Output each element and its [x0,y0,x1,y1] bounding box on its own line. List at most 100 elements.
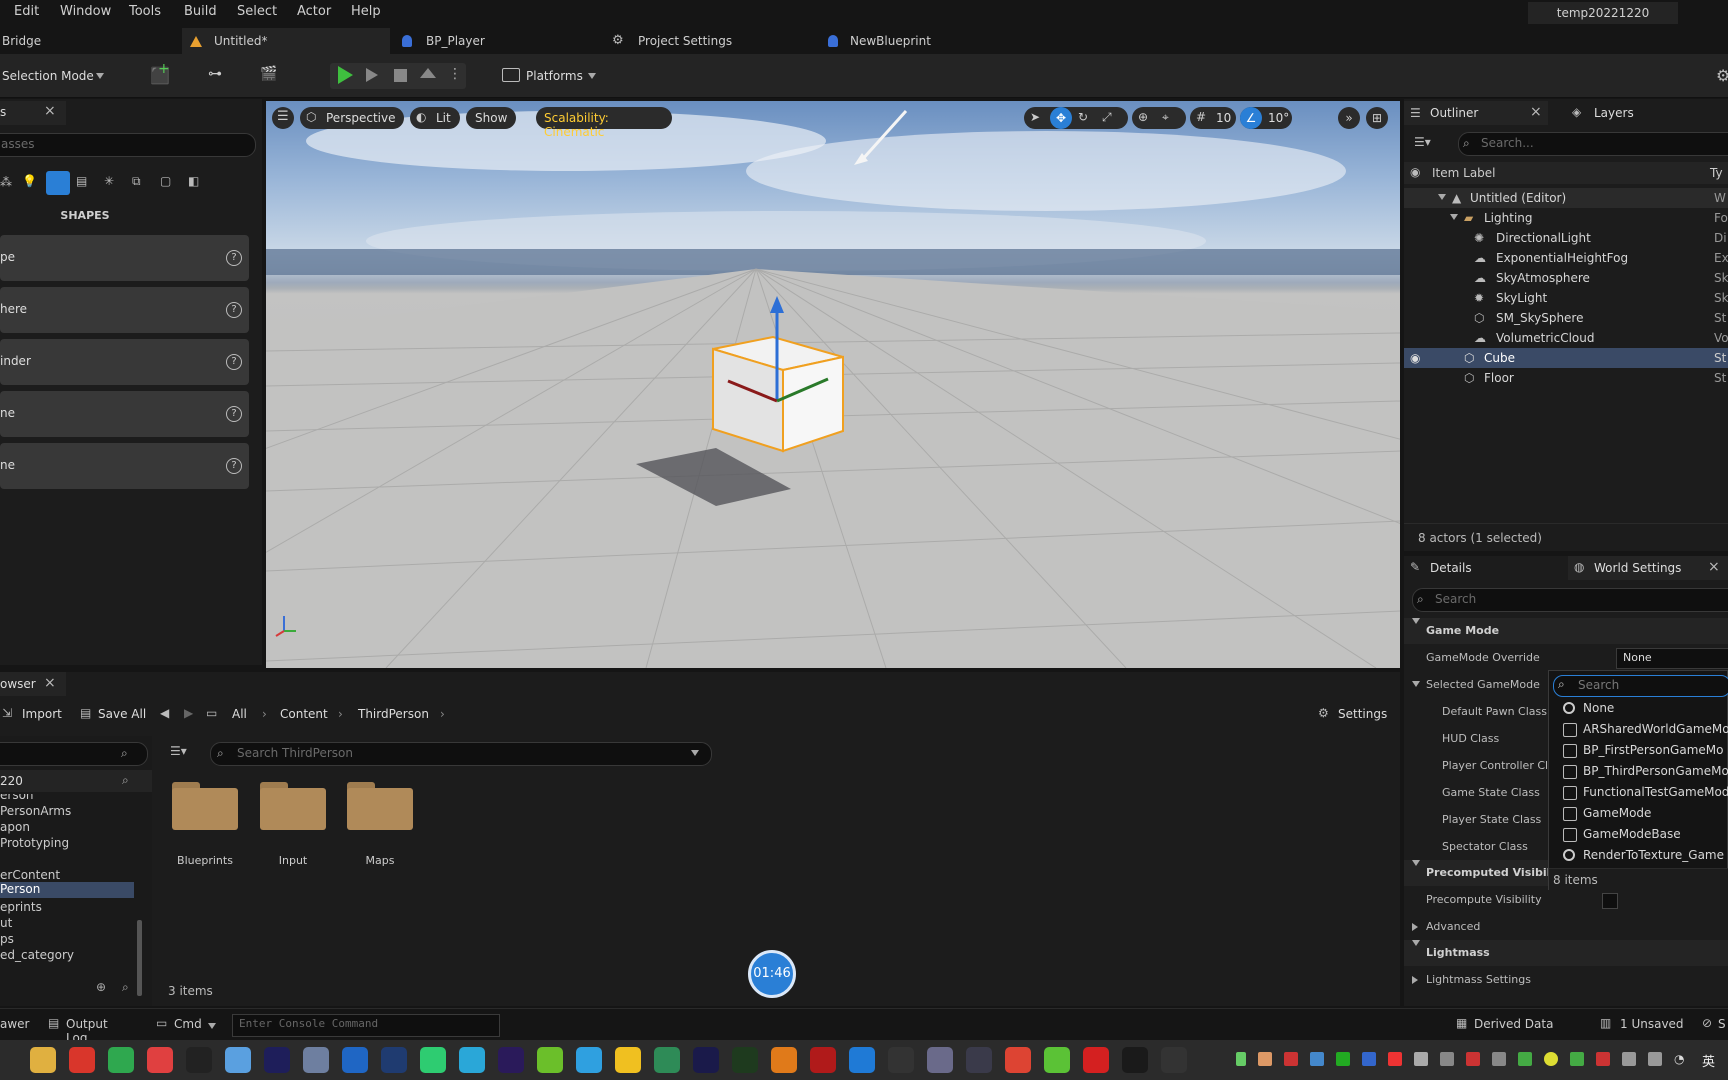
outliner-row[interactable]: ⬡ SM_SkySphere St [1404,308,1728,328]
tray-app-icon[interactable] [1414,1052,1428,1066]
chevron-down-icon[interactable] [691,750,699,756]
folder-tile[interactable]: Blueprints [170,780,240,876]
details-tab[interactable]: ✎ Details [1404,556,1554,580]
filter-icon[interactable]: ☰▾ [170,744,187,758]
tree-item[interactable]: erson [0,794,34,802]
visual-effects-icon[interactable]: ✳ [104,174,114,188]
prop-advanced[interactable]: Advanced [1404,913,1728,940]
class-option[interactable]: GameMode [1549,803,1728,824]
network-icon[interactable]: ◔ [1674,1052,1684,1066]
layers-tab[interactable]: ◈ Layers [1572,101,1692,125]
shape-item-cylinder[interactable]: inder ? [0,339,249,385]
scale-icon[interactable]: ⤢ [1102,110,1112,125]
youdao-app-icon[interactable] [1083,1047,1109,1073]
more-options-icon[interactable]: ⋮ [448,66,462,82]
precompute-checkbox[interactable] [1602,893,1618,909]
help-icon[interactable]: ? [226,354,242,370]
class-option[interactable]: GameModeBase [1549,824,1728,845]
shapes-category-icon[interactable] [46,171,70,195]
rotate-icon[interactable]: ↻ [1078,110,1088,124]
section-lightmass[interactable]: Lightmass [1404,940,1728,966]
tray-app-icon[interactable] [1284,1052,1298,1066]
menu-edit[interactable]: Edit [14,4,39,19]
tray-app-icon[interactable] [1492,1052,1506,1066]
gamemode-override-combo[interactable]: None [1616,648,1728,669]
cmd-dropdown[interactable]: ▭ Cmd [154,1013,220,1035]
outliner-search[interactable]: ⌕ Search... [1458,132,1728,156]
tree-item[interactable]: erContent [0,868,60,882]
rotation-snap-button[interactable]: ∠ 10° [1240,107,1292,129]
project-root[interactable]: 220 ⌕ [0,770,152,792]
content-drawer-button[interactable]: awer [0,1017,29,1031]
vscode-app-icon[interactable] [849,1047,875,1073]
outliner-row[interactable]: ✹ SkyLight Sk [1404,288,1728,308]
menu-build[interactable]: Build [184,4,217,19]
app6-app-icon[interactable] [576,1047,602,1073]
tree-item-selected[interactable]: Person [0,882,134,898]
chrome-green-app-icon[interactable] [108,1047,134,1073]
help-icon[interactable]: ? [226,458,242,474]
chrome-app-icon[interactable] [1005,1047,1031,1073]
content-browser-tab[interactable]: owser × [0,672,66,696]
tray-app-icon[interactable] [1388,1052,1402,1066]
tab-project-settings[interactable]: ⚙ Project Settings [612,28,812,54]
add-icon[interactable]: ⊕ [96,980,106,994]
menu-select[interactable]: Select [237,4,277,19]
world-icon[interactable]: ⊕ [1138,110,1148,124]
source-control-button[interactable]: ⊘ S [1702,1013,1728,1035]
breadcrumb-content[interactable]: Content [280,707,328,721]
close-icon[interactable]: × [44,675,56,691]
class-option[interactable]: RenderToTexture_Game [1549,845,1728,866]
filter-icon[interactable]: ☰▾ [1414,135,1431,149]
volumes-icon[interactable]: ▢ [160,174,171,188]
tab-bridge[interactable]: Bridge [2,28,172,54]
select-icon[interactable]: ➤ [1030,110,1040,124]
pr-app-icon[interactable] [498,1047,524,1073]
explorer-app-icon[interactable] [30,1047,56,1073]
app9-app-icon[interactable] [966,1047,992,1073]
outliner-row[interactable]: ☁ ExponentialHeightFog Ex [1404,248,1728,268]
folder-tile[interactable]: Input [258,780,328,876]
tab-new-blueprint[interactable]: NewBlueprint [826,28,1026,54]
geometry-icon[interactable]: ⧉ [132,174,141,189]
blueprint-menu-button[interactable]: ⊶ [204,63,240,89]
column-type[interactable]: Ty [1710,166,1723,180]
tray-app-icon[interactable] [1440,1052,1454,1066]
app5-app-icon[interactable] [537,1047,563,1073]
tree-item[interactable]: apon [0,820,30,834]
shape-item-sphere[interactable]: here ? [0,287,249,333]
qq-app-icon[interactable] [186,1047,212,1073]
au-app-icon[interactable] [693,1047,719,1073]
outliner-row[interactable]: ▰ Lighting Fo [1404,208,1728,228]
expand-icon[interactable]: » [1338,107,1360,129]
tab-bp-player[interactable]: BP_Player [400,28,600,54]
derived-data-button[interactable]: ▦ Derived Data [1454,1013,1564,1035]
tree-scrollbar[interactable] [137,920,142,996]
files-app-icon[interactable] [147,1047,173,1073]
typora-app-icon[interactable] [888,1047,914,1073]
blender-app-icon[interactable] [771,1047,797,1073]
selection-mode-dropdown[interactable]: Selection Mode [0,63,112,89]
details-search[interactable]: ⌕ Search [1412,588,1728,612]
help-icon[interactable]: ? [226,406,242,422]
world-settings-tab[interactable]: ◍ World Settings × [1568,556,1728,580]
outliner-row[interactable]: ▲ Untitled (Editor) W [1404,188,1728,208]
stop-icon[interactable] [394,69,407,82]
app4-app-icon[interactable] [459,1047,485,1073]
menu-window[interactable]: Window [60,4,111,19]
help-icon[interactable]: ? [226,250,242,266]
layout-icon[interactable]: ⊞ [1366,107,1388,129]
prop-lightmass-settings[interactable]: Lightmass Settings [1404,966,1728,993]
app8-app-icon[interactable] [654,1047,680,1073]
play-icon[interactable] [338,66,353,84]
scalability-warning[interactable]: Scalability: Cinematic [536,107,672,139]
column-item-label[interactable]: Item Label [1432,166,1496,180]
shape-item-plane[interactable]: ne ? [0,443,249,489]
add-actor-button[interactable]: ⬛ + [148,61,184,89]
pt-app-icon[interactable] [732,1047,758,1073]
class-option[interactable]: None [1549,698,1728,719]
show-button[interactable]: Show [466,107,516,129]
grid-snap-button[interactable]: # 10 [1190,107,1236,129]
place-actors-search[interactable]: asses [0,133,256,157]
breadcrumb-thirdperson[interactable]: ThirdPerson [358,707,429,721]
